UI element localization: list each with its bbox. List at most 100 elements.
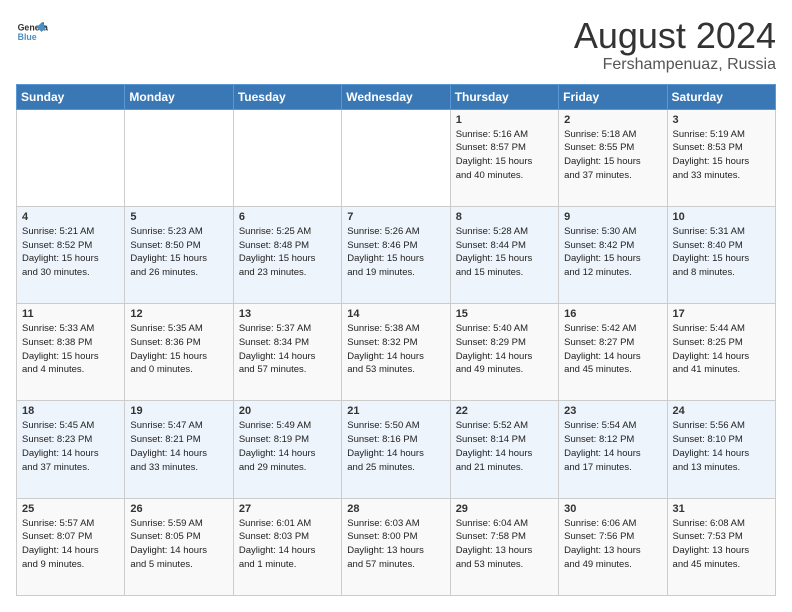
- day-info: Sunrise: 5:38 AM Sunset: 8:32 PM Dayligh…: [347, 322, 444, 377]
- day-cell: 12 Sunrise: 5:35 AM Sunset: 8:36 PM Dayli…: [125, 304, 233, 401]
- week-row-3: 11 Sunrise: 5:33 AM Sunset: 8:38 PM Dayli…: [17, 304, 776, 401]
- day-info: Sunrise: 5:28 AM Sunset: 8:44 PM Dayligh…: [456, 225, 553, 280]
- day-number: 20: [239, 405, 336, 417]
- day-cell: 10 Sunrise: 5:31 AM Sunset: 8:40 PM Dayli…: [667, 206, 775, 303]
- subtitle: Fershampenuaz, Russia: [574, 56, 776, 74]
- day-cell: [342, 109, 450, 206]
- day-cell: 19Sunrise: 5:47 AM Sunset: 8:21 PM Dayli…: [125, 401, 233, 498]
- day-number: 22: [456, 405, 553, 417]
- day-number: 7: [347, 211, 444, 223]
- day-cell: 30Sunrise: 6:06 AM Sunset: 7:56 PM Dayli…: [559, 498, 667, 595]
- day-number: 1: [456, 114, 553, 126]
- svg-text:Blue: Blue: [18, 32, 37, 42]
- main-title: August 2024: [574, 16, 776, 56]
- day-info: Sunrise: 6:04 AM Sunset: 7:58 PM Dayligh…: [456, 517, 553, 572]
- day-info: Sunrise: 5:45 AM Sunset: 8:23 PM Dayligh…: [22, 419, 119, 474]
- day-cell: 3 Sunrise: 5:19 AM Sunset: 8:53 PM Daylig…: [667, 109, 775, 206]
- day-number: 17: [673, 308, 770, 320]
- day-info: Sunrise: 5:18 AM Sunset: 8:55 PM Dayligh…: [564, 128, 661, 183]
- week-row-2: 4 Sunrise: 5:21 AM Sunset: 8:52 PM Daylig…: [17, 206, 776, 303]
- day-cell: 4 Sunrise: 5:21 AM Sunset: 8:52 PM Daylig…: [17, 206, 125, 303]
- calendar-header: Sunday Monday Tuesday Wednesday Thursday…: [17, 84, 776, 109]
- col-wednesday: Wednesday: [342, 84, 450, 109]
- header: General Blue August 2024 Fershampenuaz, …: [16, 16, 776, 74]
- day-cell: 29Sunrise: 6:04 AM Sunset: 7:58 PM Dayli…: [450, 498, 558, 595]
- day-cell: 6 Sunrise: 5:25 AM Sunset: 8:48 PM Daylig…: [233, 206, 341, 303]
- day-cell: 2 Sunrise: 5:18 AM Sunset: 8:55 PM Daylig…: [559, 109, 667, 206]
- header-row: Sunday Monday Tuesday Wednesday Thursday…: [17, 84, 776, 109]
- week-row-4: 18 Sunrise: 5:45 AM Sunset: 8:23 PM Dayli…: [17, 401, 776, 498]
- day-info: Sunrise: 5:30 AM Sunset: 8:42 PM Dayligh…: [564, 225, 661, 280]
- day-cell: 21 Sunrise: 5:50 AM Sunset: 8:16 PM Dayli…: [342, 401, 450, 498]
- col-monday: Monday: [125, 84, 233, 109]
- day-info: Sunrise: 5:50 AM Sunset: 8:16 PM Dayligh…: [347, 419, 444, 474]
- day-info: Sunrise: 5:54 AM Sunset: 8:12 PM Dayligh…: [564, 419, 661, 474]
- col-saturday: Saturday: [667, 84, 775, 109]
- day-number: 23: [564, 405, 661, 417]
- day-cell: 23 Sunrise: 5:54 AM Sunset: 8:12 PM Dayli…: [559, 401, 667, 498]
- day-cell: 1 Sunrise: 5:16 AM Sunset: 8:57 PM Daylig…: [450, 109, 558, 206]
- day-info: Sunrise: 5:26 AM Sunset: 8:46 PM Dayligh…: [347, 225, 444, 280]
- week-row-5: 25Sunrise: 5:57 AM Sunset: 8:07 PM Dayli…: [17, 498, 776, 595]
- day-cell: 22 Sunrise: 5:52 AM Sunset: 8:14 PM Dayli…: [450, 401, 558, 498]
- day-number: 3: [673, 114, 770, 126]
- day-cell: 16 Sunrise: 5:42 AM Sunset: 8:27 PM Dayli…: [559, 304, 667, 401]
- day-number: 9: [564, 211, 661, 223]
- day-info: Sunrise: 5:16 AM Sunset: 8:57 PM Dayligh…: [456, 128, 553, 183]
- day-cell: 24 Sunrise: 5:56 AM Sunset: 8:10 PM Dayli…: [667, 401, 775, 498]
- calendar-table: Sunday Monday Tuesday Wednesday Thursday…: [16, 84, 776, 596]
- day-info: Sunrise: 5:47 AM Sunset: 8:21 PM Dayligh…: [130, 419, 227, 474]
- day-info: Sunrise: 5:23 AM Sunset: 8:50 PM Dayligh…: [130, 225, 227, 280]
- day-number: 31: [673, 503, 770, 515]
- day-number: 18: [22, 405, 119, 417]
- page: General Blue August 2024 Fershampenuaz, …: [0, 0, 792, 612]
- day-number: 6: [239, 211, 336, 223]
- day-info: Sunrise: 5:52 AM Sunset: 8:14 PM Dayligh…: [456, 419, 553, 474]
- day-cell: 11 Sunrise: 5:33 AM Sunset: 8:38 PM Dayli…: [17, 304, 125, 401]
- week-row-1: 1 Sunrise: 5:16 AM Sunset: 8:57 PM Daylig…: [17, 109, 776, 206]
- col-thursday: Thursday: [450, 84, 558, 109]
- day-info: Sunrise: 5:37 AM Sunset: 8:34 PM Dayligh…: [239, 322, 336, 377]
- day-number: 21: [347, 405, 444, 417]
- day-info: Sunrise: 5:49 AM Sunset: 8:19 PM Dayligh…: [239, 419, 336, 474]
- day-cell: 5 Sunrise: 5:23 AM Sunset: 8:50 PM Daylig…: [125, 206, 233, 303]
- col-friday: Friday: [559, 84, 667, 109]
- logo-icon: General Blue: [16, 16, 48, 48]
- day-info: Sunrise: 5:19 AM Sunset: 8:53 PM Dayligh…: [673, 128, 770, 183]
- day-cell: 27 Sunrise: 6:01 AM Sunset: 8:03 PM Dayli…: [233, 498, 341, 595]
- day-info: Sunrise: 5:35 AM Sunset: 8:36 PM Dayligh…: [130, 322, 227, 377]
- day-number: 24: [673, 405, 770, 417]
- day-number: 11: [22, 308, 119, 320]
- day-number: 16: [564, 308, 661, 320]
- day-number: 5: [130, 211, 227, 223]
- day-cell: 17 Sunrise: 5:44 AM Sunset: 8:25 PM Dayli…: [667, 304, 775, 401]
- day-info: Sunrise: 5:40 AM Sunset: 8:29 PM Dayligh…: [456, 322, 553, 377]
- day-info: Sunrise: 5:31 AM Sunset: 8:40 PM Dayligh…: [673, 225, 770, 280]
- day-cell: 28 Sunrise: 6:03 AM Sunset: 8:00 PM Dayli…: [342, 498, 450, 595]
- day-info: Sunrise: 6:01 AM Sunset: 8:03 PM Dayligh…: [239, 517, 336, 572]
- day-number: 12: [130, 308, 227, 320]
- day-cell: 9 Sunrise: 5:30 AM Sunset: 8:42 PM Daylig…: [559, 206, 667, 303]
- calendar-body: 1 Sunrise: 5:16 AM Sunset: 8:57 PM Daylig…: [17, 109, 776, 595]
- day-number: 25: [22, 503, 119, 515]
- day-cell: 25Sunrise: 5:57 AM Sunset: 8:07 PM Dayli…: [17, 498, 125, 595]
- day-number: 4: [22, 211, 119, 223]
- day-cell: 18 Sunrise: 5:45 AM Sunset: 8:23 PM Dayli…: [17, 401, 125, 498]
- day-info: Sunrise: 5:42 AM Sunset: 8:27 PM Dayligh…: [564, 322, 661, 377]
- day-cell: [233, 109, 341, 206]
- col-tuesday: Tuesday: [233, 84, 341, 109]
- title-block: August 2024 Fershampenuaz, Russia: [574, 16, 776, 74]
- day-info: Sunrise: 5:44 AM Sunset: 8:25 PM Dayligh…: [673, 322, 770, 377]
- day-cell: 7 Sunrise: 5:26 AM Sunset: 8:46 PM Daylig…: [342, 206, 450, 303]
- day-number: 10: [673, 211, 770, 223]
- day-info: Sunrise: 5:21 AM Sunset: 8:52 PM Dayligh…: [22, 225, 119, 280]
- day-number: 30: [564, 503, 661, 515]
- day-info: Sunrise: 6:03 AM Sunset: 8:00 PM Dayligh…: [347, 517, 444, 572]
- day-number: 2: [564, 114, 661, 126]
- day-info: Sunrise: 5:33 AM Sunset: 8:38 PM Dayligh…: [22, 322, 119, 377]
- day-number: 28: [347, 503, 444, 515]
- day-info: Sunrise: 5:25 AM Sunset: 8:48 PM Dayligh…: [239, 225, 336, 280]
- day-number: 27: [239, 503, 336, 515]
- day-number: 15: [456, 308, 553, 320]
- day-info: Sunrise: 5:56 AM Sunset: 8:10 PM Dayligh…: [673, 419, 770, 474]
